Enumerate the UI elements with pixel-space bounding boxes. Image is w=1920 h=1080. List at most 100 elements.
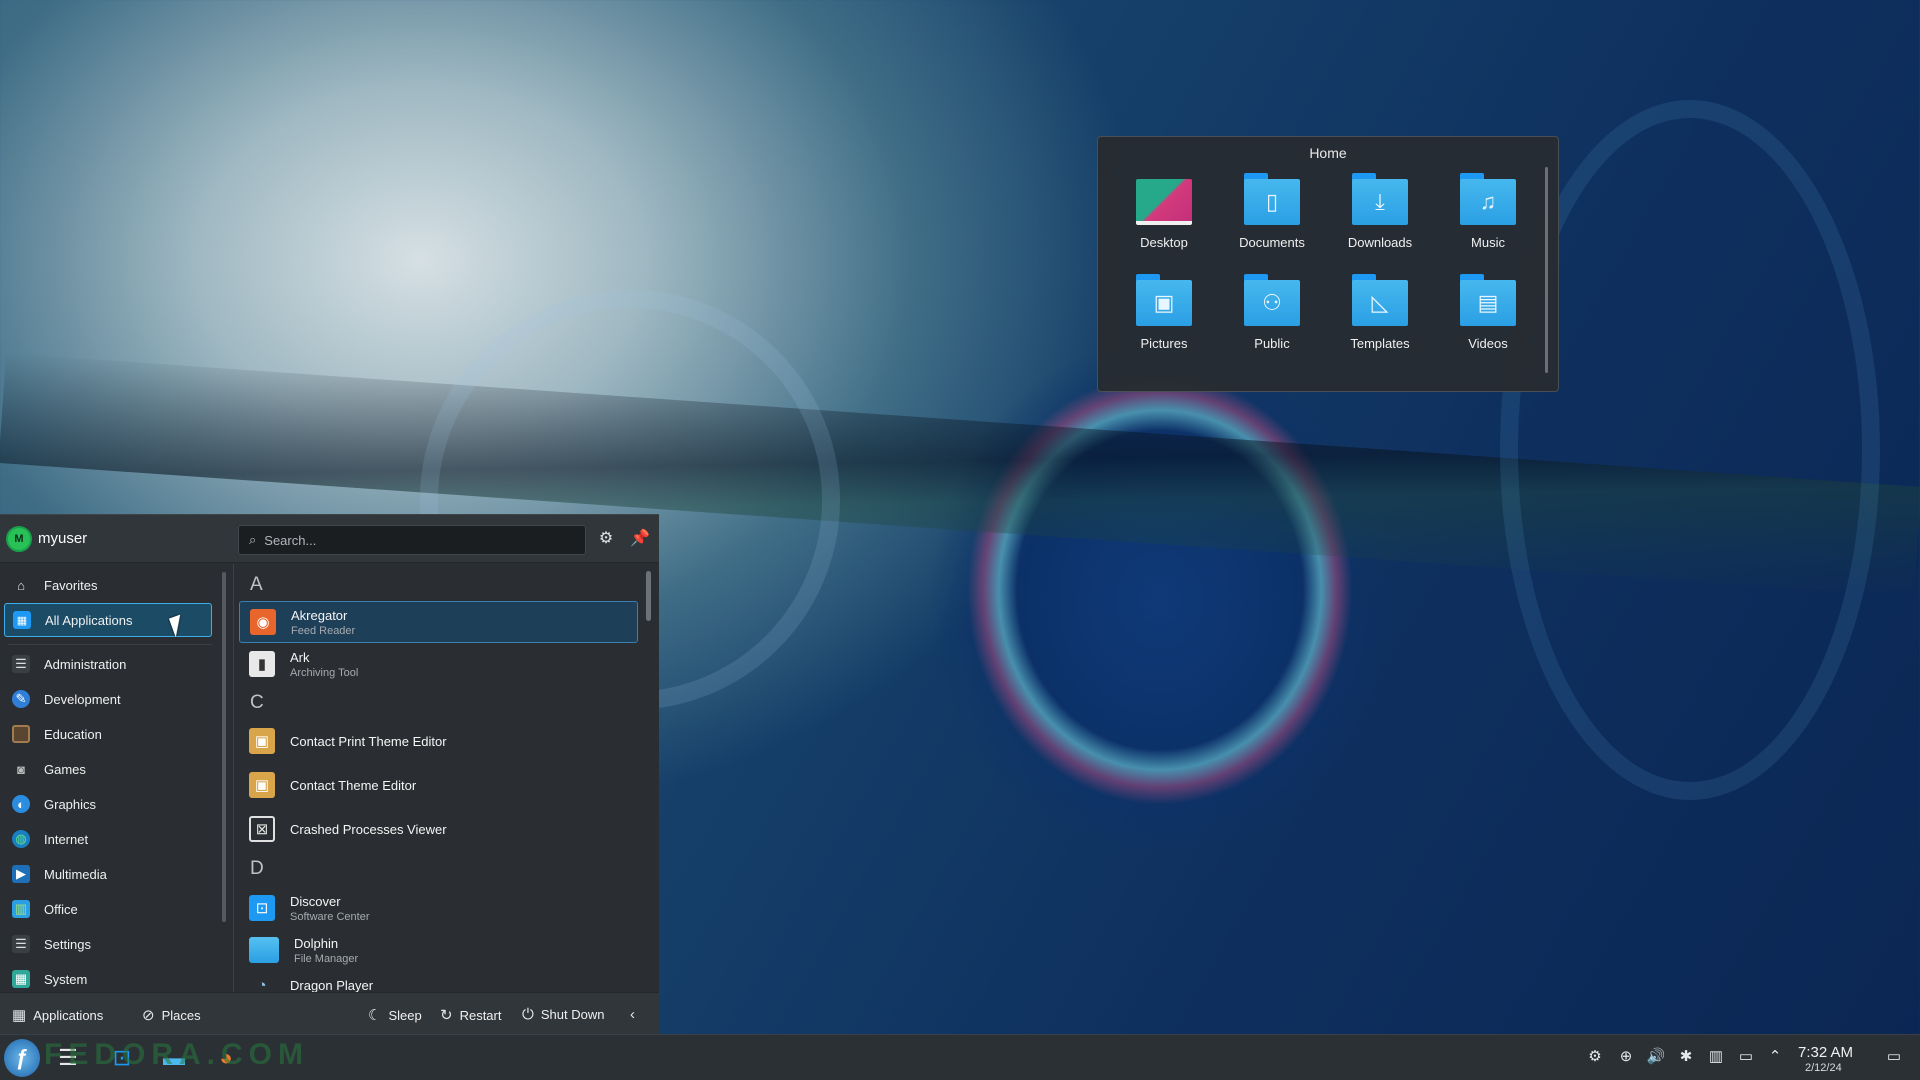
category-list: ⌂ Favorites ▦ All Applications ☰ Adminis… <box>0 564 226 992</box>
app-crashed-processes-viewer[interactable]: ⊠ Crashed Processes Viewer <box>239 808 638 850</box>
search-input[interactable] <box>264 532 565 548</box>
category-multimedia[interactable]: ▶ Multimedia <box>4 857 212 891</box>
settings-icon: ☰ <box>12 935 30 953</box>
section-letter: C <box>250 692 264 713</box>
power-icon: ⏻ <box>522 1006 534 1023</box>
category-label: System <box>44 971 88 987</box>
device-icon[interactable]: ▥ <box>1706 1047 1726 1067</box>
category-label: Favorites <box>44 577 98 593</box>
folder-label: Documents <box>1239 235 1305 250</box>
app-dragon-player[interactable]: ◔ Dragon Player <box>239 964 638 993</box>
app-description: File Manager <box>294 952 359 965</box>
home-folder-popup: Home Desktop ▯ Documents ⤓ Downloads ♫ M… <box>1097 136 1559 392</box>
app-discover[interactable]: ⊡ Discover Software Center <box>239 887 638 929</box>
store-icon: ⊡ <box>249 895 275 921</box>
home-popup-scrollbar[interactable] <box>1545 167 1548 373</box>
network-monitor-icon[interactable]: ⚙ <box>1585 1047 1605 1067</box>
grid-icon: ▦ <box>13 611 31 629</box>
show-desktop-icon[interactable]: ▭ <box>1884 1047 1904 1067</box>
folder-templates[interactable]: ◺ Templates <box>1326 272 1434 351</box>
category-settings[interactable]: ☰ Settings <box>4 927 212 961</box>
category-label: Games <box>44 761 86 777</box>
shutdown-button[interactable]: ⏻ Shut Down <box>522 1006 604 1023</box>
sleep-icon: ☾ <box>368 1007 382 1024</box>
category-label: Graphics <box>44 796 97 812</box>
compass-icon: ⊘ <box>142 1007 155 1024</box>
folder-music[interactable]: ♫ Music <box>1434 171 1542 250</box>
category-games[interactable]: ◙ Games <box>4 752 212 786</box>
search-box[interactable]: ⌕ <box>238 525 586 555</box>
app-ark[interactable]: ▮ Ark Archiving Tool <box>239 643 638 685</box>
bluetooth-icon[interactable]: ✱ <box>1676 1047 1696 1067</box>
folder-label: Templates <box>1350 336 1410 351</box>
grid-icon: ▦ <box>12 1007 27 1024</box>
app-contact-print-theme-editor[interactable]: ▣ Contact Print Theme Editor <box>239 720 638 762</box>
category-label: All Applications <box>45 612 133 628</box>
clock-date[interactable]: 2/12/24 <box>1805 1062 1842 1074</box>
category-favorites[interactable]: ⌂ Favorites <box>4 568 212 602</box>
rss-icon: ◉ <box>250 609 276 635</box>
configure-icon[interactable]: ⚙ <box>596 529 616 549</box>
folder-documents[interactable]: ▯ Documents <box>1218 171 1326 250</box>
clock-time[interactable]: 7:32 AM <box>1798 1044 1853 1061</box>
film-icon: ▤ <box>1458 274 1518 326</box>
bookmark-icon: ⌂ <box>17 577 25 593</box>
app-name: Contact Theme Editor <box>290 777 417 793</box>
app-akregator[interactable]: ◉ Akregator Feed Reader <box>239 601 638 643</box>
button-label: Sleep <box>388 1007 422 1023</box>
restart-icon: ↻ <box>440 1007 453 1024</box>
button-label: Shut Down <box>540 1007 605 1022</box>
folder-label: Downloads <box>1347 235 1413 250</box>
folder-icon <box>249 937 279 963</box>
category-development[interactable]: ✎ Development <box>4 682 212 716</box>
folder-downloads[interactable]: ⤓ Downloads <box>1326 171 1434 250</box>
pin-icon[interactable]: 📌 <box>630 529 650 549</box>
category-administration[interactable]: ☰ Administration <box>4 647 212 681</box>
tab-places[interactable]: ⊘ Places <box>142 1006 201 1024</box>
network-icon[interactable]: ▭ <box>1736 1047 1756 1067</box>
restart-button[interactable]: ↻ Restart <box>440 1006 501 1024</box>
update-icon[interactable]: ⊕ <box>1616 1047 1636 1067</box>
app-description: Feed Reader <box>291 624 356 637</box>
search-icon: ⌕ <box>249 532 257 547</box>
category-office[interactable]: ▥ Office <box>4 892 212 926</box>
sleep-button[interactable]: ☾ Sleep <box>368 1006 422 1024</box>
theme-editor-icon: ▣ <box>249 772 275 798</box>
more-options-button[interactable]: ‹ <box>630 1006 642 1023</box>
folder-desktop[interactable]: Desktop <box>1110 171 1218 250</box>
category-label: Development <box>44 691 121 707</box>
category-divider <box>8 644 212 645</box>
folder-public[interactable]: ⚇ Public <box>1218 272 1326 351</box>
folder-label: Music <box>1471 235 1505 250</box>
tab-label: Places <box>161 1007 201 1023</box>
category-education[interactable]: Education <box>4 717 212 751</box>
category-label: Administration <box>44 656 127 672</box>
folder-pictures[interactable]: ▣ Pictures <box>1110 272 1218 351</box>
tab-label: Applications <box>33 1007 104 1023</box>
category-system[interactable]: ▦ System <box>4 962 212 996</box>
app-name: Akregator <box>291 607 348 623</box>
chevron-up-icon[interactable]: ⌃ <box>1765 1047 1785 1067</box>
watermark: FEDORA.COM <box>44 1038 309 1071</box>
folder-videos[interactable]: ▤ Videos <box>1434 272 1542 351</box>
people-icon: ⚇ <box>1242 274 1302 326</box>
crash-viewer-icon: ⊠ <box>249 816 275 842</box>
category-label: Office <box>44 901 78 917</box>
category-scrollbar[interactable] <box>222 572 226 922</box>
app-name: Crashed Processes Viewer <box>290 821 447 837</box>
tab-applications[interactable]: ▦ Applications <box>12 1006 103 1024</box>
application-list-scrollbar[interactable] <box>646 571 651 621</box>
volume-icon[interactable]: 🔊 <box>1646 1047 1666 1067</box>
category-graphics[interactable]: ◐ Graphics <box>4 787 212 821</box>
category-internet[interactable]: ◍ Internet <box>4 822 212 856</box>
desktop-icon <box>1134 173 1194 225</box>
app-contact-theme-editor[interactable]: ▣ Contact Theme Editor <box>239 764 638 806</box>
category-label: Internet <box>44 831 89 847</box>
home-folder-grid: Desktop ▯ Documents ⤓ Downloads ♫ Music … <box>1110 171 1542 351</box>
avatar[interactable]: M <box>6 526 32 552</box>
dragon-icon: ◔ <box>257 976 267 993</box>
section-letter: A <box>250 574 263 595</box>
fedora-launcher-icon[interactable]: ƒ <box>4 1039 40 1077</box>
category-label: Settings <box>44 936 91 952</box>
app-name: Dragon Player <box>290 977 374 993</box>
